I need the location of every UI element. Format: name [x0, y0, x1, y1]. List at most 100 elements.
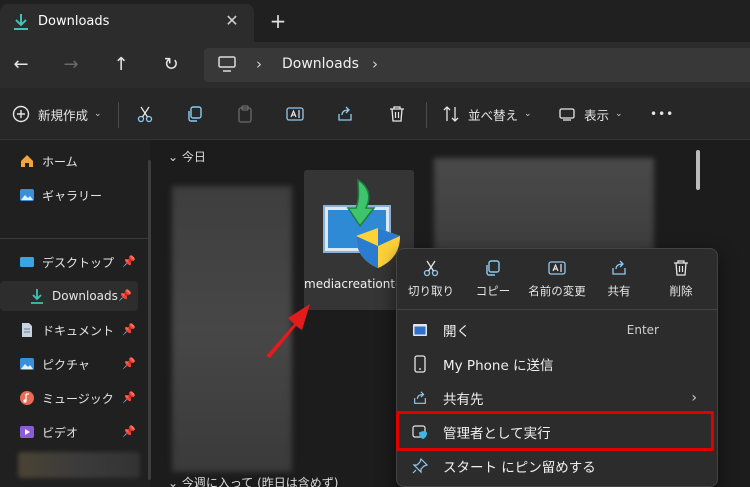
group-header-this-week[interactable]: ⌄ 今週に入って (昨日は含めず): [168, 474, 338, 487]
document-icon: [18, 321, 36, 339]
video-icon: [18, 423, 36, 441]
divider: [397, 309, 717, 310]
sidebar-scrollbar[interactable]: [148, 160, 151, 480]
group-header-today[interactable]: ⌄ 今日: [168, 148, 206, 165]
breadcrumb-separator[interactable]: ›: [372, 55, 378, 73]
menu-item-share-with[interactable]: 共有先 ›: [397, 381, 717, 415]
sidebar-item-documents[interactable]: ドキュメント 📌: [18, 315, 142, 345]
breadcrumb-downloads[interactable]: Downloads: [282, 56, 359, 72]
chevron-down-icon: ⌄: [168, 476, 182, 487]
sidebar-item-label: ホーム: [42, 154, 78, 169]
cut-button[interactable]: [136, 102, 154, 126]
sidebar-item-pictures[interactable]: ピクチャ 📌: [18, 349, 142, 379]
close-tab-icon[interactable]: ✕: [222, 11, 242, 31]
delete-action[interactable]: 削除: [651, 257, 711, 305]
divider: [118, 102, 119, 128]
installer-icon: [323, 178, 400, 268]
share-action[interactable]: 共有: [589, 257, 649, 305]
chevron-down-icon: ⌄: [524, 109, 532, 119]
copy-button[interactable]: [186, 102, 204, 126]
rename-button[interactable]: [286, 102, 304, 126]
scissors-icon: [423, 260, 439, 277]
sidebar-item-gallery[interactable]: ギャラリー: [18, 180, 142, 210]
rename-action[interactable]: 名前の変更: [525, 257, 589, 305]
delete-button[interactable]: [388, 102, 406, 126]
sidebar-item-videos[interactable]: ビデオ 📌: [18, 417, 142, 447]
trash-icon: [674, 260, 688, 276]
pin-icon[interactable]: 📌: [122, 425, 136, 438]
pin-icon[interactable]: 📌: [122, 323, 136, 336]
navigation-bar: ← → ↑ ↻ › Downloads ›: [0, 42, 750, 88]
menu-item-send-to-phone[interactable]: My Phone に送信: [397, 347, 717, 381]
chevron-down-icon: ⌄: [615, 109, 623, 119]
share-icon: [612, 260, 626, 275]
paste-button[interactable]: [236, 102, 254, 126]
blurred-sidebar-item: [18, 452, 140, 478]
sort-button[interactable]: 並べ替え ⌄: [442, 102, 532, 126]
tab-downloads[interactable]: Downloads ✕: [0, 4, 254, 42]
menu-item-label: 開く: [443, 324, 470, 340]
content-scrollbar[interactable]: [696, 150, 700, 190]
divider: [426, 102, 427, 128]
pin-icon[interactable]: 📌: [122, 357, 136, 370]
phone-icon: [411, 355, 429, 373]
shortcut-label: Enter: [626, 323, 659, 337]
desktop-icon: [18, 253, 36, 271]
rename-icon: [286, 107, 304, 121]
sidebar-item-label: デスクトップ: [42, 255, 115, 270]
sidebar-item-downloads[interactable]: Downloads 📌: [0, 281, 138, 311]
clipboard-icon: [238, 105, 252, 123]
title-bar: Downloads ✕ +: [0, 0, 750, 42]
sidebar-item-desktop[interactable]: デスクトップ 📌: [18, 247, 142, 277]
gallery-icon: [18, 186, 36, 204]
share-button[interactable]: [336, 102, 354, 126]
pin-icon[interactable]: 📌: [118, 289, 132, 302]
view-icon: [559, 108, 575, 121]
pin-icon[interactable]: 📌: [122, 391, 136, 404]
sidebar-item-label: ビデオ: [42, 425, 79, 440]
breadcrumb-separator: ›: [256, 55, 262, 73]
chevron-down-icon: ⌄: [94, 109, 102, 119]
menu-item-label: My Phone に送信: [443, 358, 554, 374]
more-options-button[interactable]: •••: [650, 102, 674, 126]
rename-icon: [548, 261, 566, 275]
sidebar-item-music[interactable]: ミュージック 📌: [18, 383, 142, 413]
annotation-arrow-icon: [266, 304, 310, 358]
back-button[interactable]: ←: [6, 50, 36, 80]
download-icon: [14, 14, 28, 30]
pictures-icon: [18, 355, 36, 373]
sidebar-item-label: Downloads: [52, 289, 118, 303]
view-button[interactable]: 表示 ⌄: [558, 102, 623, 126]
new-label: 新規作成: [38, 107, 89, 123]
cut-action[interactable]: 切り取り: [401, 257, 461, 305]
menu-item-pin-to-start[interactable]: スタート にピン留めする: [397, 449, 717, 483]
view-label: 表示: [584, 107, 610, 123]
forward-button[interactable]: →: [56, 50, 86, 80]
divider: [0, 238, 150, 239]
pin-icon: [411, 457, 429, 475]
highlight-annotation: [396, 411, 714, 451]
chevron-down-icon: ⌄: [168, 150, 182, 164]
sidebar-item-label: ミュージック: [42, 391, 114, 406]
pin-icon[interactable]: 📌: [122, 255, 136, 268]
sort-label: 並べ替え: [468, 107, 519, 123]
share-icon: [338, 106, 352, 121]
home-icon: [18, 152, 36, 170]
copy-icon: [486, 260, 500, 276]
menu-item-open[interactable]: 開く Enter: [397, 313, 717, 347]
sidebar-item-home[interactable]: ホーム: [18, 146, 142, 176]
blurred-thumbnail[interactable]: [434, 158, 654, 258]
refresh-button[interactable]: ↻: [156, 50, 186, 80]
new-tab-button[interactable]: +: [266, 10, 290, 34]
open-icon: [411, 321, 429, 339]
tab-title: Downloads: [38, 14, 110, 29]
context-menu: 切り取り コピー 名前の変更 共有 削除 開く Enter My Phone に…: [396, 248, 718, 487]
copy-icon: [188, 106, 202, 122]
sidebar-item-label: ギャラリー: [42, 188, 103, 203]
up-button[interactable]: ↑: [106, 50, 136, 80]
chevron-right-icon: ›: [691, 390, 697, 406]
address-bar[interactable]: › Downloads ›: [204, 48, 750, 82]
new-button[interactable]: 新規作成 ⌄: [12, 102, 102, 126]
menu-item-label: スタート にピン留めする: [443, 460, 596, 476]
copy-action[interactable]: コピー: [463, 257, 523, 305]
